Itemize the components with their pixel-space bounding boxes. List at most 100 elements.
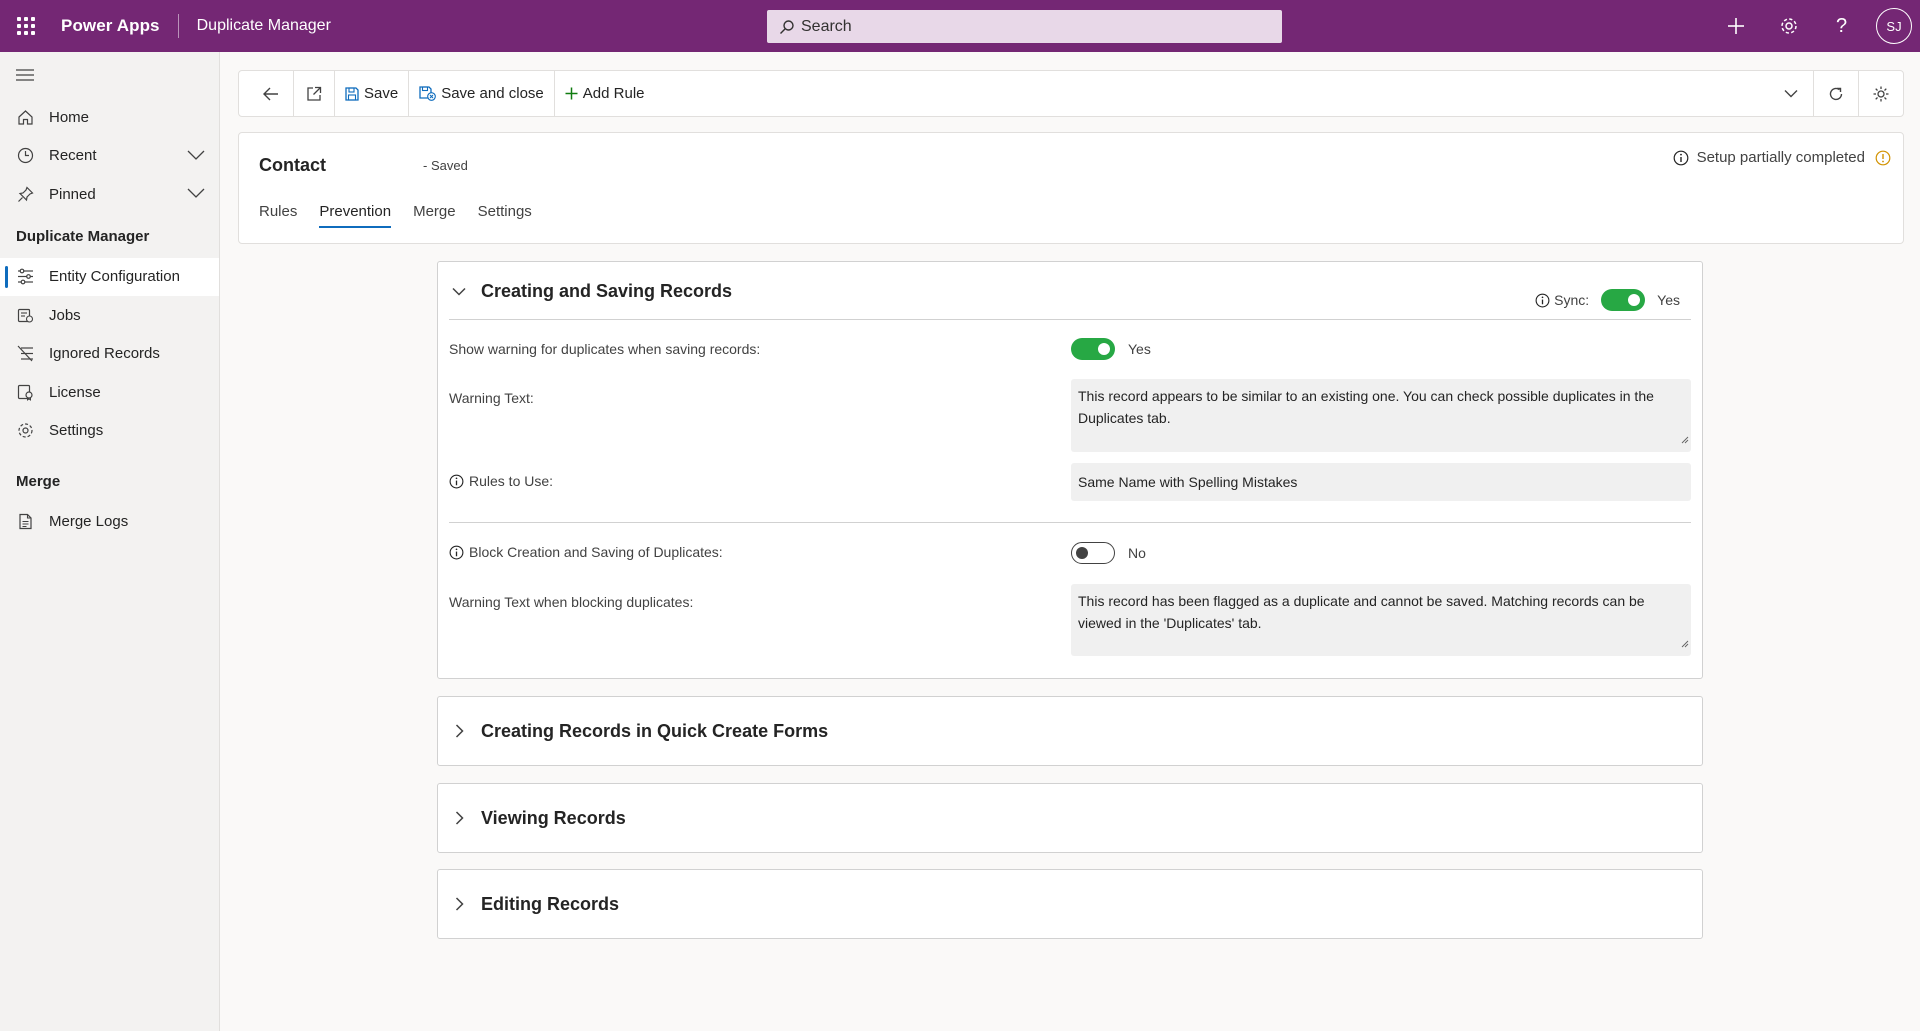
setup-status: Setup partially completed: [1673, 149, 1891, 166]
app-launcher-button[interactable]: [0, 0, 52, 52]
section-header[interactable]: Creating and Saving Records: [438, 262, 1702, 320]
sliders-icon: [16, 268, 34, 286]
sync-value: Yes: [1657, 292, 1680, 308]
sidebar-item-ignored-records[interactable]: Ignored Records: [0, 335, 219, 374]
document-icon: [16, 512, 34, 530]
section-quick-create-forms: Creating Records in Quick Create Forms: [437, 696, 1703, 766]
save-and-close-label: Save and close: [441, 85, 544, 102]
new-button[interactable]: [1709, 0, 1762, 52]
sun-icon: [1873, 86, 1889, 101]
block-duplicates-label-text: Block Creation and Saving of Duplicates:: [469, 544, 723, 560]
theme-button[interactable]: [1859, 71, 1903, 116]
search-input[interactable]: Search: [767, 10, 1282, 43]
rules-to-use-label: Rules to Use:: [449, 473, 553, 489]
question-icon: ?: [1835, 14, 1848, 37]
block-warning-text-value: This record has been flagged as a duplic…: [1078, 593, 1645, 631]
chevron-down-icon[interactable]: [187, 186, 205, 203]
tab-merge[interactable]: Merge: [413, 199, 456, 228]
environment-name[interactable]: Duplicate Manager: [197, 17, 331, 35]
tab-settings[interactable]: Settings: [478, 199, 532, 228]
block-warning-text-field[interactable]: This record has been flagged as a duplic…: [1071, 584, 1691, 656]
info-icon[interactable]: [1673, 150, 1689, 166]
resize-grip-icon[interactable]: [1681, 428, 1689, 450]
sidebar: Home Recent Pinned Duplicate Manager Ent…: [0, 52, 220, 1031]
save-button[interactable]: Save: [335, 71, 408, 116]
chevron-right-icon: [450, 897, 468, 911]
sidebar-item-label: Home: [49, 108, 90, 126]
top-actions: ? SJ: [1709, 0, 1920, 52]
rules-to-use-field[interactable]: Same Name with Spelling Mistakes: [1071, 463, 1691, 501]
chevron-right-icon: [450, 811, 468, 825]
waffle-icon: [17, 17, 35, 35]
block-duplicates-toggle-group: No: [1071, 542, 1146, 564]
home-icon: [16, 108, 34, 126]
help-button[interactable]: ?: [1815, 0, 1868, 52]
clock-icon: [16, 147, 34, 165]
add-rule-button[interactable]: Add Rule: [555, 71, 655, 116]
save-and-close-button[interactable]: Save and close: [409, 71, 554, 116]
search-placeholder: Search: [801, 17, 852, 35]
sidebar-item-label: Settings: [49, 422, 104, 440]
open-external-icon: [307, 86, 322, 101]
hamburger-icon: [16, 69, 34, 81]
save-label: Save: [364, 85, 399, 102]
refresh-button[interactable]: [1814, 71, 1858, 116]
block-duplicates-toggle[interactable]: [1071, 542, 1115, 564]
section-header[interactable]: Editing Records: [438, 870, 1702, 938]
save-icon: [345, 86, 359, 101]
sidebar-item-label: Jobs: [49, 306, 81, 324]
open-in-new-window-button[interactable]: [294, 71, 334, 116]
tab-prevention[interactable]: Prevention: [319, 199, 391, 228]
show-warning-label: Show warning for duplicates when saving …: [449, 341, 761, 357]
info-icon[interactable]: [449, 545, 464, 560]
pin-icon: [16, 185, 34, 203]
sidebar-item-settings[interactable]: Settings: [0, 412, 219, 451]
section-title: Viewing Records: [481, 807, 626, 828]
avatar[interactable]: SJ: [1876, 8, 1912, 44]
sidebar-item-label: Recent: [49, 147, 97, 165]
plus-icon: [1727, 18, 1744, 34]
sidebar-item-pinned[interactable]: Pinned: [0, 175, 219, 214]
top-bar: Power Apps Duplicate Manager Search ? SJ: [0, 0, 1920, 52]
sidebar-item-license[interactable]: License: [0, 373, 219, 412]
sidebar-item-label: Pinned: [49, 185, 96, 203]
setup-status-text: Setup partially completed: [1696, 149, 1865, 166]
sidebar-item-jobs[interactable]: Jobs: [0, 296, 219, 335]
section-viewing-records: Viewing Records: [437, 783, 1703, 853]
sidebar-item-entity-configuration[interactable]: Entity Configuration: [0, 257, 219, 296]
ignored-icon: [16, 345, 34, 363]
sidebar-section-duplicate-manager: Duplicate Manager: [16, 228, 150, 245]
warning-text-field[interactable]: This record appears to be similar to an …: [1071, 379, 1691, 452]
tab-rules[interactable]: Rules: [259, 199, 297, 228]
plus-icon: [565, 87, 578, 100]
hamburger-button[interactable]: [0, 52, 219, 98]
license-icon: [16, 383, 34, 401]
chevron-down-icon: [450, 287, 468, 296]
back-button[interactable]: [239, 71, 293, 116]
divider: [449, 319, 1691, 320]
show-warning-toggle[interactable]: [1071, 338, 1115, 360]
chevron-down-icon: [1784, 90, 1798, 98]
chevron-down-icon[interactable]: [187, 148, 205, 165]
sidebar-item-home[interactable]: Home: [0, 98, 219, 137]
section-title: Creating Records in Quick Create Forms: [481, 720, 829, 741]
info-icon[interactable]: [449, 474, 464, 489]
show-warning-toggle-group: Yes: [1071, 338, 1151, 360]
sync-label: Sync:: [1554, 292, 1590, 308]
more-commands-button[interactable]: [1769, 71, 1813, 116]
warning-text-label: Warning Text:: [449, 390, 534, 406]
app-name[interactable]: Power Apps: [61, 16, 160, 36]
sidebar-item-label: License: [49, 383, 101, 401]
section-header[interactable]: Creating Records in Quick Create Forms: [438, 697, 1702, 765]
section-header[interactable]: Viewing Records: [438, 784, 1702, 852]
sidebar-item-recent[interactable]: Recent: [0, 137, 219, 176]
gear-icon: [16, 422, 34, 440]
settings-button[interactable]: [1762, 0, 1815, 52]
sync-toggle[interactable]: [1601, 289, 1646, 311]
jobs-icon: [16, 306, 34, 324]
save-status: - Saved: [423, 158, 468, 173]
info-icon[interactable]: [1535, 293, 1550, 308]
sidebar-item-merge-logs[interactable]: Merge Logs: [0, 502, 219, 541]
resize-grip-icon[interactable]: [1681, 632, 1689, 654]
sidebar-item-label: Merge Logs: [49, 512, 129, 530]
